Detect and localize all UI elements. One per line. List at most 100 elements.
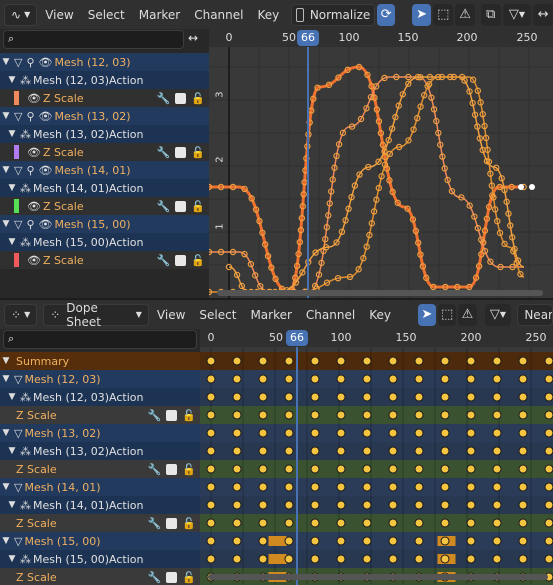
eye-icon[interactable]: 👁 [27, 254, 41, 267]
keyframe-diamond[interactable] [414, 518, 424, 528]
keyframe-diamond[interactable] [310, 428, 320, 438]
keyframe-diamond[interactable] [362, 410, 372, 420]
lock-icon[interactable]: 🔓 [191, 146, 205, 159]
expand-icon[interactable]: ▼ [6, 446, 18, 456]
current-frame-indicator[interactable]: 66 [297, 30, 319, 46]
keyframe-diamond[interactable] [492, 428, 502, 438]
keyframe-diamond[interactable] [258, 482, 268, 492]
keyframe-diamond[interactable] [544, 410, 553, 420]
keyframe-diamond[interactable] [336, 536, 346, 546]
refresh-normalize-icon[interactable]: ⟳ [377, 3, 396, 26]
keyframe-diamond[interactable] [336, 500, 346, 510]
box-select-icon[interactable]: ⬚ [437, 303, 457, 326]
eye-icon[interactable]: 👁 [39, 56, 53, 69]
normalize-toggle[interactable]: Normalize [291, 3, 376, 26]
keyframe-diamond[interactable] [310, 392, 320, 402]
lock-icon[interactable]: 🔓 [182, 517, 196, 530]
expand-icon[interactable]: ▼ [6, 129, 18, 139]
lock-icon[interactable]: 🔓 [191, 200, 205, 213]
keyframe-diamond[interactable] [518, 374, 528, 384]
keyframe-diamond[interactable] [466, 428, 476, 438]
keyframe-diamond[interactable] [310, 410, 320, 420]
object-row[interactable]: ▼ ▽ ⚲ 👁 Mesh (12, 03) [0, 53, 209, 71]
menu-key[interactable]: Key [363, 304, 397, 326]
action-row[interactable]: ▼ ⁂ Mesh (12, 03)Action [0, 71, 209, 89]
keyframe-diamond[interactable] [232, 374, 242, 384]
box-select-icon[interactable]: ⬚ [433, 3, 454, 26]
keyframe-diamond[interactable] [544, 518, 553, 528]
checkbox-icon[interactable] [166, 463, 178, 475]
search-input[interactable]: ⌕ [3, 330, 197, 349]
expand-icon[interactable]: ▼ [6, 75, 18, 85]
keyframe-diamond[interactable] [440, 500, 450, 510]
keyframe-grid[interactable] [200, 347, 553, 585]
keyframe-diamond[interactable] [388, 410, 398, 420]
keyframe-diamond[interactable] [336, 374, 346, 384]
keyframe-diamond[interactable] [206, 554, 216, 564]
keyframe-diamond[interactable] [362, 356, 372, 366]
keyframe-diamond[interactable] [518, 482, 528, 492]
keyframe-diamond[interactable] [466, 410, 476, 420]
keyframe-diamond[interactable] [206, 446, 216, 456]
keyframe-diamond[interactable] [544, 392, 553, 402]
object-row[interactable]: ▼ ▽ Mesh (14, 01) [0, 478, 200, 496]
horizontal-scrollbar[interactable] [217, 290, 543, 296]
keyframe-diamond[interactable] [336, 518, 346, 528]
object-row[interactable]: ▼ ▽ ⚲ 👁 Mesh (13, 02) [0, 107, 209, 125]
keyframe-diamond[interactable] [414, 428, 424, 438]
keyframe-diamond[interactable] [206, 518, 216, 528]
keyframe-diamond[interactable] [310, 482, 320, 492]
menu-channel[interactable]: Channel [300, 304, 361, 326]
checkbox-icon[interactable] [175, 146, 187, 158]
expand-icon[interactable]: ▼ [6, 237, 18, 247]
expand-icon[interactable]: ▼ [0, 111, 12, 121]
keyframe-diamond[interactable] [206, 392, 216, 402]
keyframe-diamond[interactable] [232, 392, 242, 402]
keyframe-diamond[interactable] [362, 428, 372, 438]
action-row[interactable]: ▼ ⁂ Mesh (14, 01)Action [0, 179, 209, 197]
action-row[interactable]: ▼ ⁂ Mesh (13, 02)Action [0, 442, 200, 460]
keyframe-diamond[interactable] [284, 554, 294, 564]
keyframe-diamond[interactable] [492, 482, 502, 492]
expand-icon[interactable]: ▼ [6, 500, 18, 510]
menu-select[interactable]: Select [82, 4, 131, 26]
keyframe-diamond[interactable] [362, 554, 372, 564]
fcurve-row[interactable]: Z Scale 🔧 🔓 [0, 514, 200, 532]
pin-icon[interactable]: ⚲ [26, 218, 34, 231]
keyframe-diamond[interactable] [232, 464, 242, 474]
menu-marker[interactable]: Marker [244, 304, 297, 326]
eye-icon[interactable]: 👁 [27, 146, 41, 159]
pin-icon[interactable]: ⚲ [26, 110, 34, 123]
keyframe-diamond[interactable] [518, 536, 528, 546]
keyframe-diamond[interactable] [414, 500, 424, 510]
lock-icon[interactable]: 🔓 [182, 463, 196, 476]
keyframe-diamond[interactable] [258, 392, 268, 402]
keyframe-diamond[interactable] [414, 446, 424, 456]
expand-icon[interactable]: ▼ [0, 374, 12, 384]
keyframe-diamond[interactable] [258, 374, 268, 384]
keyframe-diamond[interactable] [310, 500, 320, 510]
keyframe-diamond[interactable] [310, 554, 320, 564]
lock-icon[interactable]: 🔓 [191, 92, 205, 105]
keyframe-diamond[interactable] [518, 518, 528, 528]
keyframe-diamond[interactable] [206, 410, 216, 420]
wrench-icon[interactable]: 🔧 [148, 571, 162, 584]
action-row[interactable]: ▼ ⁂ Mesh (13, 02)Action [0, 125, 209, 143]
keyframe-diamond[interactable] [544, 500, 553, 510]
expand-icon[interactable]: ▼ [0, 482, 12, 492]
fcurve-row[interactable]: Z Scale 🔧 🔓 [0, 568, 200, 585]
keyframe-diamond[interactable] [362, 482, 372, 492]
keyframe-diamond[interactable] [492, 410, 502, 420]
keyframe-diamond[interactable] [258, 536, 268, 546]
expand-icon[interactable]: ▼ [6, 183, 18, 193]
eye-icon[interactable]: 👁 [39, 218, 53, 231]
keyframe-diamond[interactable] [336, 410, 346, 420]
keyframe-diamond[interactable] [232, 428, 242, 438]
summary-row[interactable]: ▼ Summary [0, 352, 200, 370]
keyframe-diamond[interactable] [232, 410, 242, 420]
keyframe-diamond[interactable] [258, 464, 268, 474]
keyframe-diamond[interactable] [310, 518, 320, 528]
keyframe-diamond[interactable] [414, 464, 424, 474]
keyframe-diamond[interactable] [388, 464, 398, 474]
wrench-icon[interactable]: 🔧 [157, 254, 171, 267]
